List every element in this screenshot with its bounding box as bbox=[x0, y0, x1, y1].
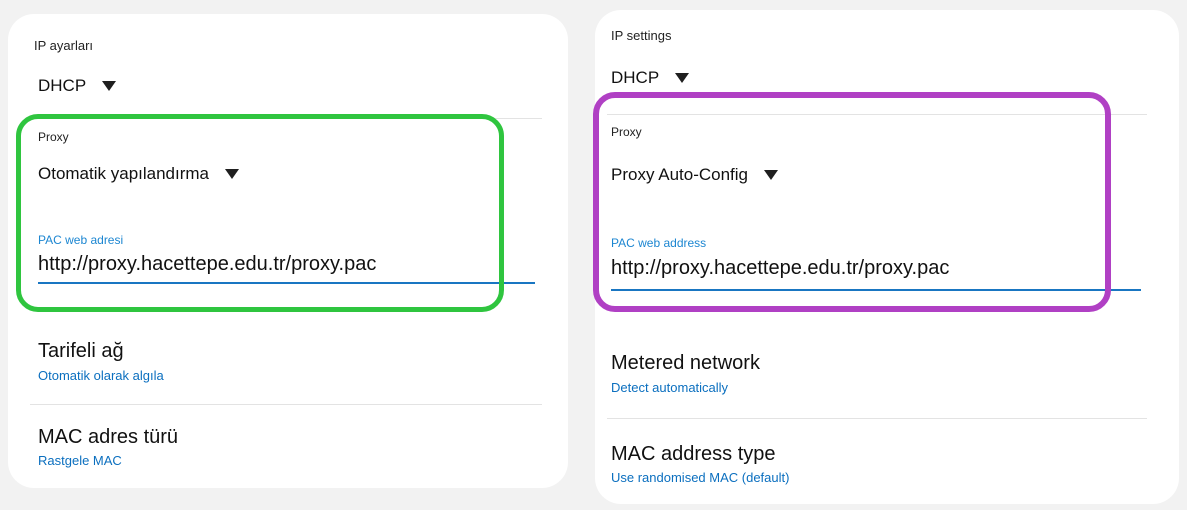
proxy-value: Otomatik yapılandırma bbox=[38, 164, 210, 183]
mac-address-type-value: Rastgele MAC bbox=[38, 453, 122, 468]
caret-down-icon bbox=[102, 81, 117, 91]
divider bbox=[607, 114, 1147, 115]
pac-input-underline bbox=[611, 289, 1141, 291]
pac-web-address-input[interactable]: http://proxy.hacettepe.edu.tr/proxy.pac bbox=[38, 253, 376, 276]
right-panel-english: IP settings DHCP Proxy Proxy Auto-Config… bbox=[585, 0, 1187, 510]
ip-settings-dropdown[interactable]: DHCP bbox=[38, 76, 117, 96]
pac-web-address-label: PAC web address bbox=[611, 236, 707, 250]
divider bbox=[30, 404, 542, 405]
mac-address-type-title[interactable]: MAC address type bbox=[611, 443, 776, 466]
ip-settings-value: DHCP bbox=[38, 76, 87, 95]
pac-input-underline bbox=[38, 282, 535, 284]
ip-settings-dropdown[interactable]: DHCP bbox=[611, 68, 690, 88]
proxy-label: Proxy bbox=[611, 125, 642, 139]
pac-web-address-input[interactable]: http://proxy.hacettepe.edu.tr/proxy.pac bbox=[611, 257, 949, 280]
ip-settings-label: IP settings bbox=[611, 28, 672, 43]
divider bbox=[30, 118, 542, 119]
caret-down-icon bbox=[225, 169, 240, 179]
pac-web-address-label: PAC web adresi bbox=[38, 233, 124, 247]
metered-network-title[interactable]: Metered network bbox=[611, 352, 760, 375]
proxy-label: Proxy bbox=[38, 130, 69, 144]
mac-address-type-title[interactable]: MAC adres türü bbox=[38, 426, 178, 449]
metered-network-value: Otomatik olarak algıla bbox=[38, 368, 164, 383]
caret-down-icon bbox=[675, 73, 690, 83]
proxy-dropdown[interactable]: Proxy Auto-Config bbox=[611, 165, 779, 185]
settings-card: IP settings DHCP Proxy Proxy Auto-Config… bbox=[595, 10, 1179, 504]
proxy-dropdown[interactable]: Otomatik yapılandırma bbox=[38, 164, 240, 184]
ip-settings-label: IP ayarları bbox=[34, 38, 94, 53]
settings-card: IP ayarları DHCP Proxy Otomatik yapıland… bbox=[8, 14, 568, 488]
left-panel-turkish: IP ayarları DHCP Proxy Otomatik yapıland… bbox=[0, 0, 585, 510]
screenshot-comparison: IP ayarları DHCP Proxy Otomatik yapıland… bbox=[0, 0, 1187, 510]
mac-address-type-value: Use randomised MAC (default) bbox=[611, 470, 790, 485]
divider bbox=[607, 418, 1147, 419]
metered-network-value: Detect automatically bbox=[611, 380, 729, 395]
proxy-value: Proxy Auto-Config bbox=[611, 165, 749, 184]
caret-down-icon bbox=[764, 170, 779, 180]
metered-network-title[interactable]: Tarifeli ağ bbox=[38, 340, 124, 363]
ip-settings-value: DHCP bbox=[611, 68, 660, 87]
